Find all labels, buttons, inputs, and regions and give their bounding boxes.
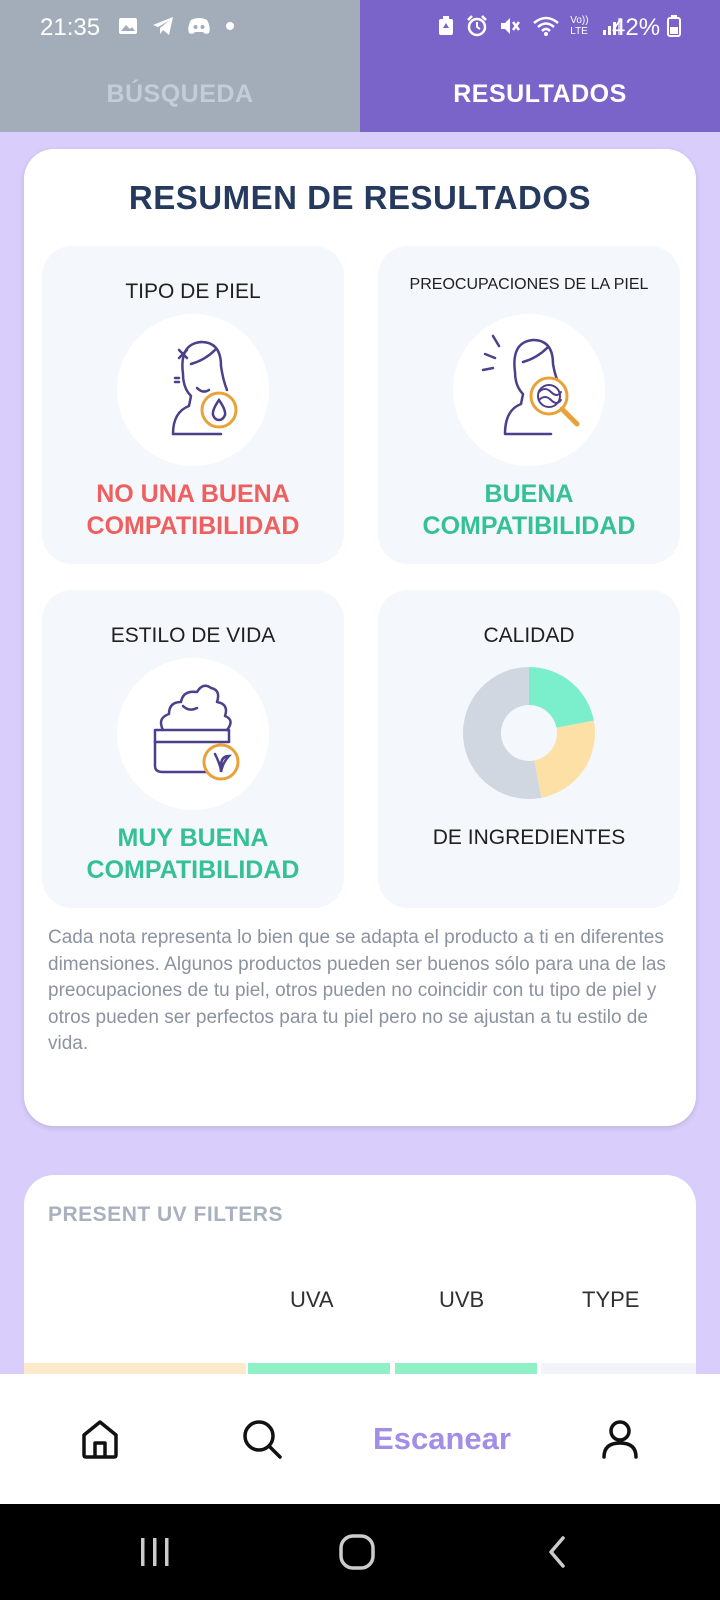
uv-filters-title: PRESENT UV FILTERS bbox=[48, 1203, 283, 1226]
skin-concerns-result: BUENA COMPATIBILIDAD bbox=[378, 478, 680, 542]
telegram-icon bbox=[152, 16, 173, 35]
back-button[interactable] bbox=[512, 1504, 602, 1600]
nav-scan[interactable]: Escanear bbox=[352, 1374, 532, 1504]
quality-subtitle: DE INGREDIENTES bbox=[432, 826, 626, 849]
image-icon bbox=[119, 17, 137, 34]
skin-concerns-result-line1: BUENA bbox=[484, 480, 574, 508]
bottom-navigation: Escanear bbox=[0, 1374, 720, 1504]
battery-icon bbox=[666, 15, 681, 37]
battery-level: 42% bbox=[612, 14, 681, 42]
lifestyle-result-line1: MUY BUENA bbox=[117, 824, 269, 852]
home-button[interactable] bbox=[312, 1504, 402, 1600]
dot-icon bbox=[225, 21, 234, 30]
woman-magnifier-icon bbox=[453, 314, 605, 466]
uv-column-type: TYPE bbox=[582, 1287, 640, 1312]
tab-bar: BÚSQUEDA RESULTADOS bbox=[0, 56, 720, 132]
skin-type-title: TIPO DE PIEL bbox=[125, 280, 261, 303]
status-bar: 21:35 Vo)) LTE 42% bbox=[0, 0, 720, 56]
lifestyle-result: MUY BUENA COMPATIBILIDAD bbox=[42, 822, 344, 886]
user-icon bbox=[602, 1420, 638, 1459]
alarm-icon bbox=[466, 14, 487, 36]
ingredient-quality-donut-chart bbox=[463, 667, 595, 799]
skin-concerns-tile[interactable]: PREOCUPACIONES DE LA PIEL BUENA COMPATIB… bbox=[378, 246, 680, 564]
results-summary-card: RESUMEN DE RESULTADOS TIPO DE PIEL NO UN… bbox=[24, 149, 696, 1126]
skin-concerns-result-line2: COMPATIBILIDAD bbox=[422, 512, 636, 540]
recents-button[interactable] bbox=[110, 1504, 200, 1600]
search-icon bbox=[243, 1420, 282, 1459]
system-status-icons: Vo)) LTE bbox=[438, 14, 622, 37]
discord-icon bbox=[188, 17, 210, 34]
summary-description: Cada nota representa lo bien que se adap… bbox=[48, 927, 666, 1054]
home-circle-icon bbox=[339, 1534, 375, 1570]
tab-resultados[interactable]: RESULTADOS bbox=[360, 56, 720, 132]
recents-icon bbox=[141, 1538, 169, 1566]
mute-icon bbox=[501, 17, 521, 34]
skin-concerns-title: PREOCUPACIONES DE LA PIEL bbox=[409, 276, 649, 293]
cream-jar-vegan-icon bbox=[117, 658, 269, 810]
status-time: 21:35 bbox=[40, 14, 101, 41]
home-icon bbox=[82, 1420, 118, 1459]
nav-profile[interactable] bbox=[580, 1374, 660, 1504]
skin-type-tile[interactable]: TIPO DE PIEL NO UNA BUENA COMPATIBILIDAD bbox=[42, 246, 344, 564]
ingredient-quality-tile[interactable]: CALIDAD DE INGREDIENTES bbox=[378, 590, 680, 908]
back-icon bbox=[549, 1536, 565, 1568]
battery-saver-icon bbox=[439, 15, 453, 35]
nav-search[interactable] bbox=[222, 1374, 302, 1504]
volte-icon: Vo)) LTE bbox=[570, 14, 589, 37]
quality-title: CALIDAD bbox=[483, 624, 575, 647]
skin-type-result-line1: NO UNA BUENA bbox=[96, 480, 290, 508]
woman-water-drop-icon bbox=[117, 314, 269, 466]
notification-icons bbox=[118, 14, 235, 37]
lifestyle-result-line2: COMPATIBILIDAD bbox=[86, 856, 300, 884]
skin-type-result-line2: COMPATIBILIDAD bbox=[86, 512, 300, 540]
skin-type-result: NO UNA BUENA COMPATIBILIDAD bbox=[42, 478, 344, 542]
tab-busqueda[interactable]: BÚSQUEDA bbox=[0, 56, 360, 132]
donut-slice-0 bbox=[529, 667, 594, 728]
lifestyle-tile[interactable]: ESTILO DE VIDA MUY BUENA COMPATIBILIDAD bbox=[42, 590, 344, 908]
summary-title: RESUMEN DE RESULTADOS bbox=[128, 179, 592, 216]
lifestyle-title: ESTILO DE VIDA bbox=[110, 624, 276, 647]
uv-column-uva: UVA bbox=[290, 1287, 334, 1312]
nav-home[interactable] bbox=[60, 1374, 140, 1504]
wifi-icon bbox=[532, 16, 559, 36]
system-navigation-bar bbox=[0, 1504, 720, 1600]
donut-slice-1 bbox=[534, 720, 595, 798]
uv-column-uvb: UVB bbox=[439, 1287, 485, 1312]
